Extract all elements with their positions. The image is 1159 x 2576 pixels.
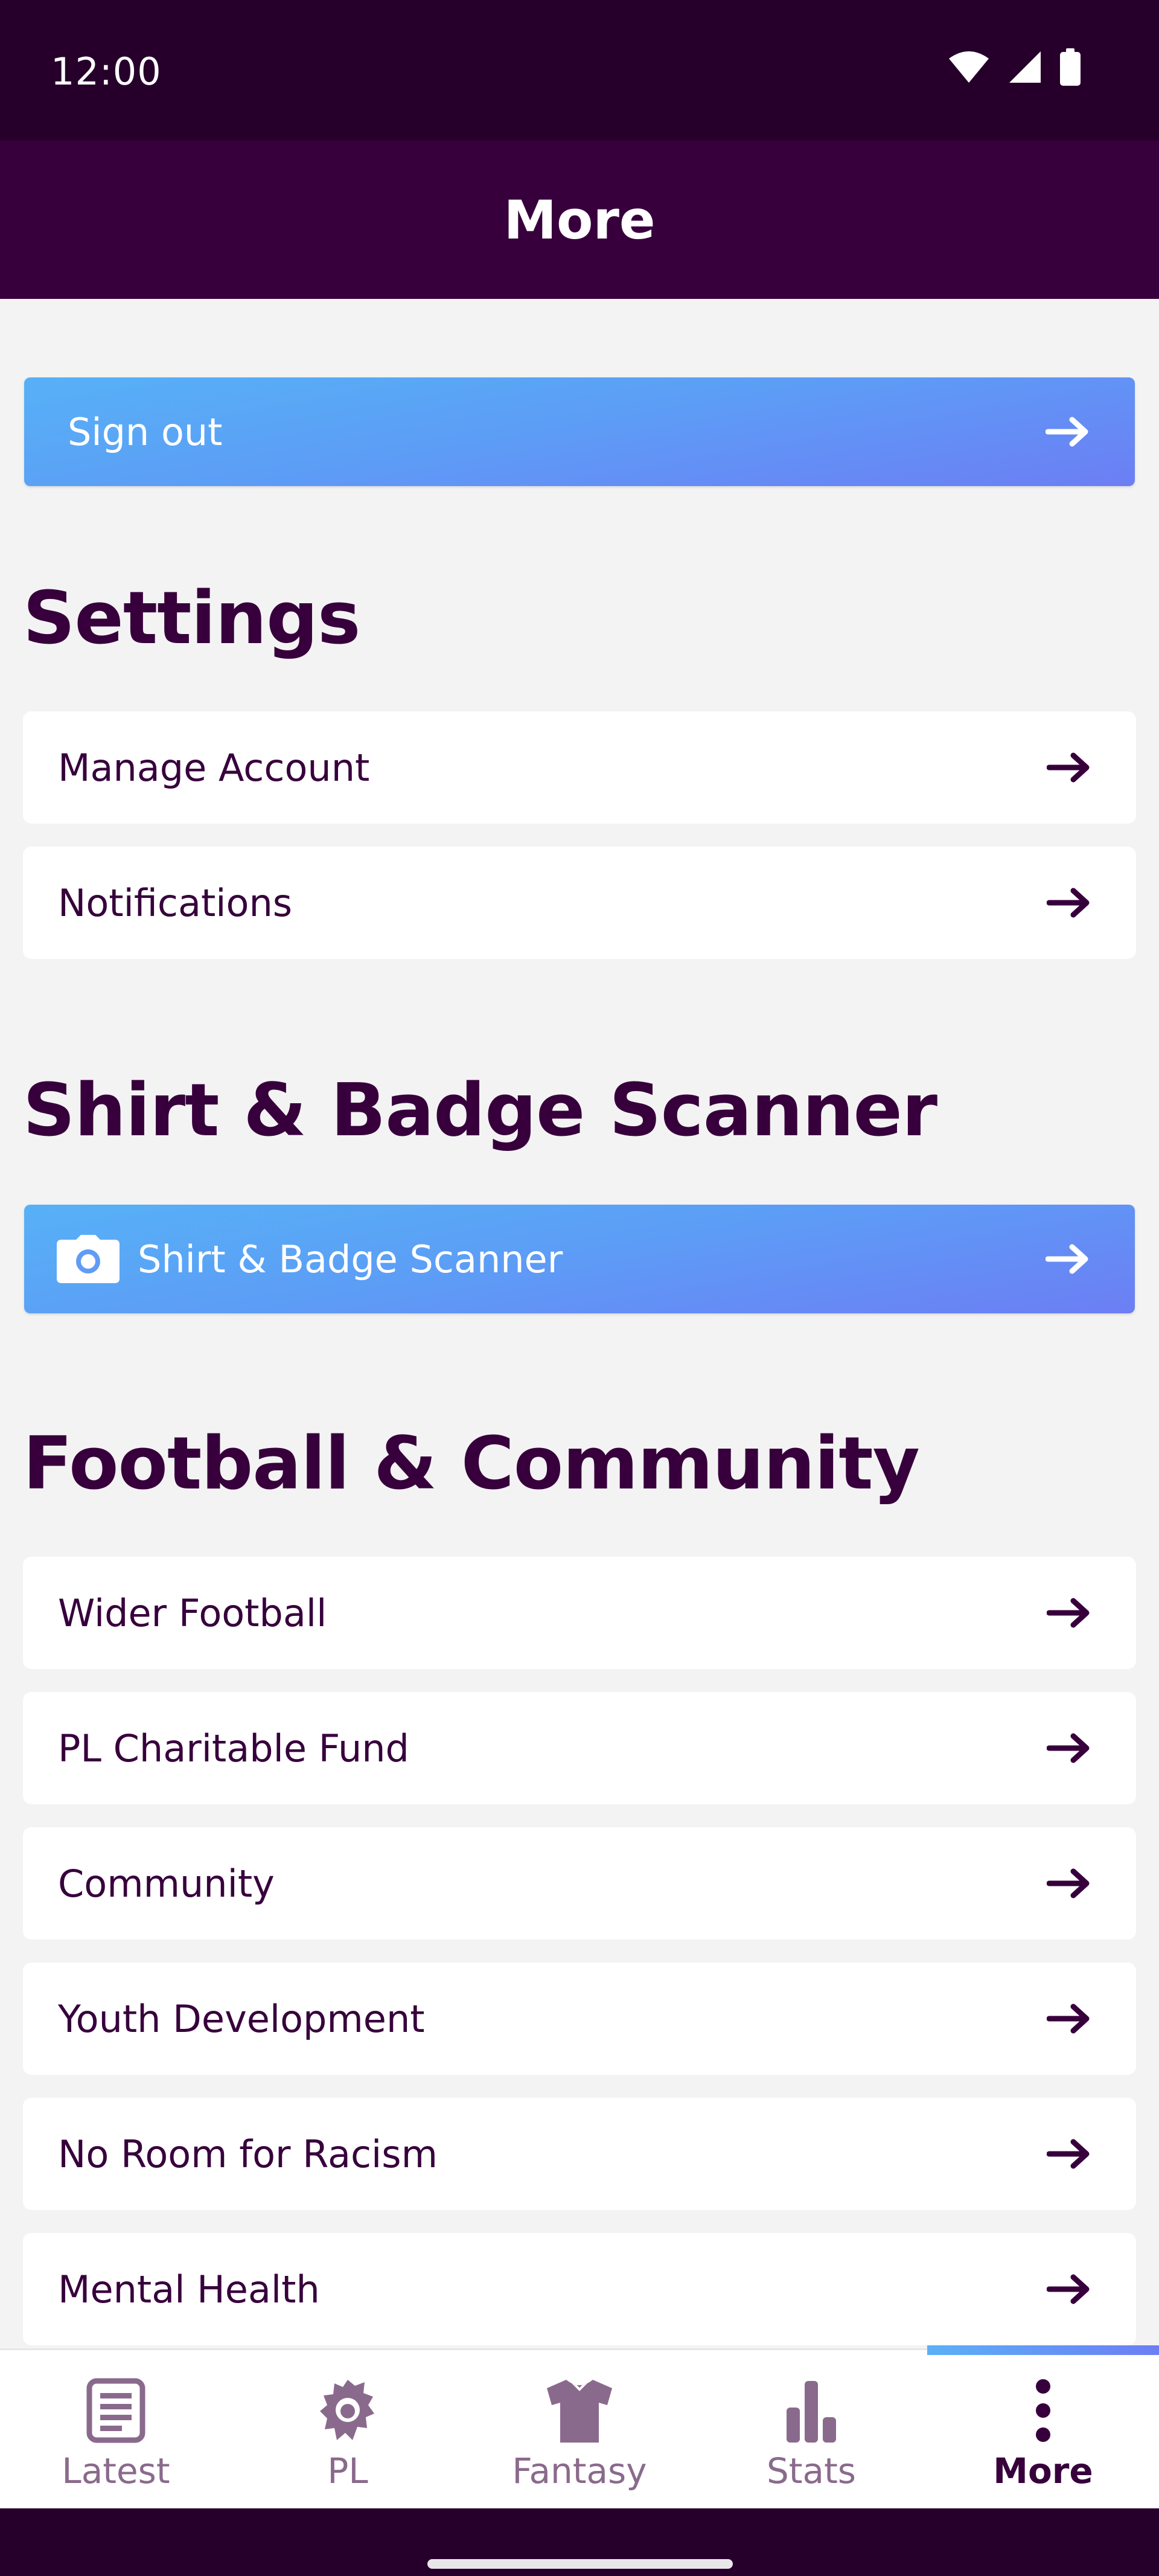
- arrow-right-icon: [1047, 888, 1090, 918]
- scanner-button-label: Shirt & Badge Scanner: [138, 1237, 563, 1281]
- status-bar: 12:00: [0, 0, 1159, 141]
- arrow-right-icon: [1047, 752, 1090, 783]
- shirt-icon: [547, 2380, 612, 2443]
- arrow-right-icon: [1047, 1868, 1090, 1898]
- youth-development-item[interactable]: Youth Development: [23, 1962, 1136, 2075]
- bar-chart-icon: [787, 2381, 836, 2443]
- app-header: More: [0, 141, 1159, 299]
- item-label: No Room for Racism: [58, 2132, 438, 2176]
- more-vertical-icon: [1036, 2379, 1050, 2442]
- nav-label: Latest: [62, 2450, 170, 2491]
- item-label: Notifications: [58, 880, 293, 925]
- cellular-signal-icon: [1009, 51, 1041, 83]
- community-item[interactable]: Community: [23, 1827, 1136, 1940]
- page-title: More: [503, 188, 656, 251]
- lion-icon: [320, 2380, 374, 2440]
- battery-icon: [1060, 48, 1081, 86]
- more-screen: 12:00 More Sign out Settings Manage Acco…: [0, 0, 1159, 2576]
- home-gesture-handle[interactable]: [427, 2559, 733, 2569]
- arrow-right-icon: [1046, 1244, 1088, 1274]
- bottom-navigation: Latest PL Fantasy Stats More: [0, 2345, 1159, 2510]
- wider-football-item[interactable]: Wider Football: [23, 1557, 1136, 1669]
- scanner-heading: Shirt & Badge Scanner: [23, 1069, 937, 1153]
- nav-label: More: [993, 2450, 1093, 2491]
- item-label: Community: [58, 1861, 275, 1906]
- arrow-right-icon: [1047, 2004, 1090, 2034]
- item-label: Mental Health: [58, 2267, 320, 2312]
- item-label: Wider Football: [58, 1591, 327, 1635]
- arrow-right-icon: [1047, 1598, 1090, 1628]
- arrow-right-icon: [1047, 1733, 1090, 1763]
- nav-label: Stats: [766, 2450, 857, 2491]
- nav-tab-pl[interactable]: PL: [232, 2350, 464, 2510]
- nav-tab-latest[interactable]: Latest: [0, 2350, 232, 2510]
- mental-health-item[interactable]: Mental Health: [23, 2233, 1136, 2345]
- shirt-badge-scanner-button[interactable]: Shirt & Badge Scanner: [24, 1205, 1135, 1313]
- manage-account-item[interactable]: Manage Account: [23, 711, 1136, 824]
- arrow-right-icon: [1047, 2274, 1090, 2304]
- settings-heading: Settings: [23, 577, 360, 661]
- nav-tab-fantasy[interactable]: Fantasy: [464, 2350, 695, 2510]
- sign-out-button[interactable]: Sign out: [24, 377, 1135, 486]
- notifications-item[interactable]: Notifications: [23, 847, 1136, 959]
- item-label: Youth Development: [58, 1996, 425, 2041]
- status-time: 12:00: [51, 50, 162, 94]
- arrow-right-icon: [1046, 417, 1088, 447]
- item-label: Manage Account: [58, 745, 370, 790]
- item-label: PL Charitable Fund: [58, 1726, 409, 1770]
- news-icon: [86, 2378, 145, 2443]
- sign-out-label: Sign out: [68, 409, 223, 454]
- no-room-for-racism-item[interactable]: No Room for Racism: [23, 2098, 1136, 2210]
- pl-charitable-fund-item[interactable]: PL Charitable Fund: [23, 1692, 1136, 1804]
- status-icons: [948, 48, 1081, 86]
- nav-tab-stats[interactable]: Stats: [695, 2350, 927, 2510]
- wifi-icon: [949, 51, 989, 83]
- camera-icon: [57, 1235, 120, 1283]
- nav-label: Fantasy: [512, 2450, 647, 2491]
- arrow-right-icon: [1047, 2139, 1090, 2169]
- nav-tab-more[interactable]: More: [927, 2350, 1159, 2510]
- community-heading: Football & Community: [23, 1422, 920, 1506]
- nav-label: PL: [327, 2450, 368, 2491]
